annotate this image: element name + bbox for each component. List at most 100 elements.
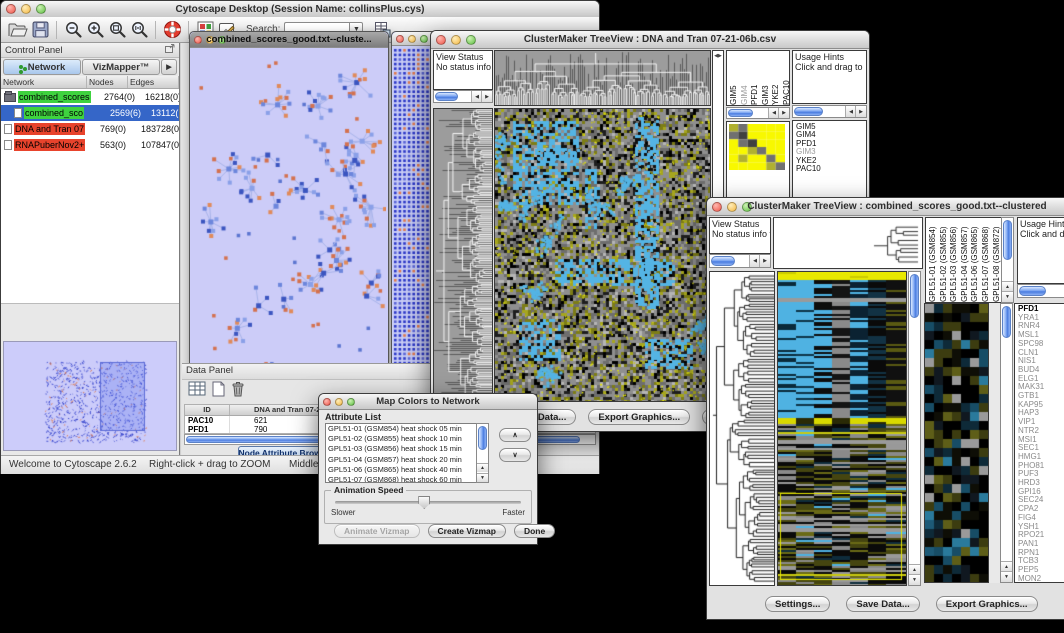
attribute-list-item[interactable]: GPL51-03 (GSM856) heat shock 15 min [326,444,476,454]
global-heatmap-canvas[interactable] [778,272,906,585]
scrollbar-thumb[interactable] [794,107,823,116]
zoom-selected-icon[interactable] [128,19,150,41]
array-dendrogram-canvas[interactable] [495,51,710,105]
control-panel-tab[interactable]: VizMapper™ [82,59,160,75]
help-lifering-icon[interactable] [161,19,183,41]
gene-list-scrollbar[interactable]: ▲ ▼ [1000,303,1013,583]
scroll-down-icon[interactable]: ▼ [477,473,488,482]
scrollbar-thumb[interactable] [1002,306,1011,338]
minimize-icon[interactable] [408,35,416,43]
row-label[interactable]: PAC10 [793,165,866,173]
matrix-labels-scrollbar[interactable]: ◀ ▶ [726,107,790,119]
zoom-out-icon[interactable] [62,19,84,41]
zoom-fit-icon[interactable] [106,19,128,41]
column-labels-scrollbar[interactable]: ▲ ▼ [1001,217,1014,303]
usage-hints-scrollbar[interactable]: ◀ ▶ [792,105,867,118]
scroll-up-icon[interactable]: ▲ [477,463,488,472]
attribute-list-item[interactable]: GPL51-06 (GSM865) heat shock 40 min [326,465,476,475]
column-label[interactable]: GPL51-06 (GSM865) [970,218,981,302]
attribute-list-item[interactable]: GPL51-04 (GSM857) heat shock 20 min [326,455,476,465]
mini-dendrogram-canvas[interactable] [774,218,922,268]
attribute-table-column-header[interactable]: ID [185,405,230,415]
animation-speed-slider[interactable] [335,501,521,504]
column-label[interactable]: YKE2 [771,51,782,105]
column-label[interactable]: GPL51-08 (GSM872) [992,218,1001,302]
overview-thumbnail-canvas[interactable] [4,342,176,450]
delete-attribute-trash-icon[interactable] [231,381,245,402]
network-overview-panel[interactable] [3,341,177,451]
network-table-column-header[interactable]: Edges [128,76,179,88]
scroll-right-icon[interactable]: ▶ [855,106,866,117]
gene-dendrogram-canvas[interactable] [710,272,774,585]
treeview-combined-titlebar[interactable]: ClusterMaker TreeView : combined_scores_… [707,198,1064,216]
attribute-list-item[interactable]: GPL51-01 (GSM854) heat shock 05 min [326,424,476,434]
column-label[interactable]: PAC10 [782,51,789,105]
open-file-icon[interactable] [7,19,29,41]
zoom-heatmap-canvas[interactable] [925,304,988,582]
create-vizmap-button[interactable]: Create Vizmap [428,524,506,538]
column-label[interactable]: GPL51-04 (GSM857) [960,218,971,302]
attribute-list-item[interactable]: GPL51-07 (GSM868) heat shock 60 min [326,475,476,483]
network-table-row[interactable]: RNAPuberNov2+ 563(0) 107847(0) [1,137,179,153]
column-label[interactable]: PFD1 [750,51,761,105]
attribute-list-scrollbar[interactable]: ▲ ▼ [476,423,489,483]
network-table-row[interactable]: DNA and Tran 07 769(0) 183728(0) [1,121,179,137]
scrollbar-thumb[interactable] [435,92,458,101]
move-up-button[interactable]: ∧ [499,428,531,442]
dialog-titlebar[interactable]: Map Colors to Network [319,394,537,410]
network-canvas[interactable] [190,48,386,363]
network-table-row[interactable]: combined_scores 2764(0) 16218(0) [1,89,179,105]
global-heatmap-scrollbar[interactable]: ▲ ▼ [908,271,921,586]
attribute-select-icon[interactable] [188,381,206,402]
network-table-column-header[interactable]: Network [1,76,87,88]
correlation-matrix-canvas[interactable] [729,124,785,170]
control-panel-tab[interactable]: ▶ [161,59,177,75]
scrollbar-thumb[interactable] [478,426,487,450]
scroll-right-icon[interactable]: ▶ [481,91,492,102]
zoom-in-icon[interactable] [84,19,106,41]
close-icon[interactable] [396,35,404,43]
view-status-scrollbar[interactable]: ◀ ▶ [709,254,771,268]
scrollbar-thumb[interactable] [910,274,919,318]
slider-knob[interactable] [418,496,430,509]
move-down-button[interactable]: ∨ [499,448,531,462]
column-label[interactable]: GPL51-07 (GSM868) [981,218,992,302]
treeview-action-button[interactable]: Export Graphics... [588,409,690,425]
maximize-icon[interactable] [420,35,428,43]
done-button[interactable]: Done [514,524,555,538]
column-label[interactable]: GPL51-02 (GSM855) [939,218,950,302]
scrollbar-thumb[interactable] [1019,286,1046,296]
scroll-right-icon[interactable]: ▶ [759,255,770,267]
animate-vizmap-button[interactable]: Animate Vizmap [334,524,420,538]
usage-hints-scrollbar[interactable]: ◀ ▶ [1017,284,1064,298]
scrollbar-thumb[interactable] [711,256,735,266]
main-titlebar[interactable]: Cytoscape Desktop (Session Name: collins… [1,1,599,18]
scrollbar-thumb[interactable] [1003,220,1012,260]
column-label[interactable]: GPL51-01 (GSM854) [928,218,939,302]
scrollbar-thumb[interactable] [728,109,753,117]
scroll-right-icon[interactable]: ▶ [778,108,789,118]
column-label[interactable]: GIM3 [761,51,772,105]
attribute-list-item[interactable]: GPL51-02 (GSM855) heat shock 10 min [326,434,476,444]
column-label[interactable]: GIM5 [729,51,740,105]
scroll-down-icon[interactable]: ▼ [909,574,920,585]
new-attribute-icon[interactable] [212,381,225,402]
float-panel-icon[interactable] [165,44,175,56]
view-status-scrollbar[interactable]: ◀ ▶ [433,90,493,103]
scroll-arrows-icon[interactable]: ◀▶ [713,51,723,59]
network-table-column-header[interactable]: Nodes [87,76,128,88]
save-icon[interactable] [29,19,51,41]
attribute-list[interactable]: GPL51-01 (GSM854) heat shock 05 minGPL51… [325,423,477,483]
scroll-down-icon[interactable]: ▼ [1002,291,1013,302]
network-view-titlebar[interactable]: combined_scores_good.txt--cluste... [190,32,388,48]
treeview-action-button[interactable]: Export Graphics... [936,596,1038,612]
treeview-action-button[interactable]: Save Data... [846,596,919,612]
treeview-action-button[interactable]: Settings... [765,596,830,612]
treeview-dna-titlebar[interactable]: ClusterMaker TreeView : DNA and Tran 07-… [431,31,869,49]
heatmap-canvas[interactable] [495,109,710,401]
network-table-row[interactable]: combined_sco 2569(6) 13112(15) [1,105,179,121]
column-label[interactable]: GPL51-03 (GSM856) [949,218,960,302]
control-panel-tab[interactable]: Network [3,59,81,75]
column-label[interactable]: GIM4 [740,51,751,105]
gene-label[interactable]: MON2 [1015,575,1064,583]
